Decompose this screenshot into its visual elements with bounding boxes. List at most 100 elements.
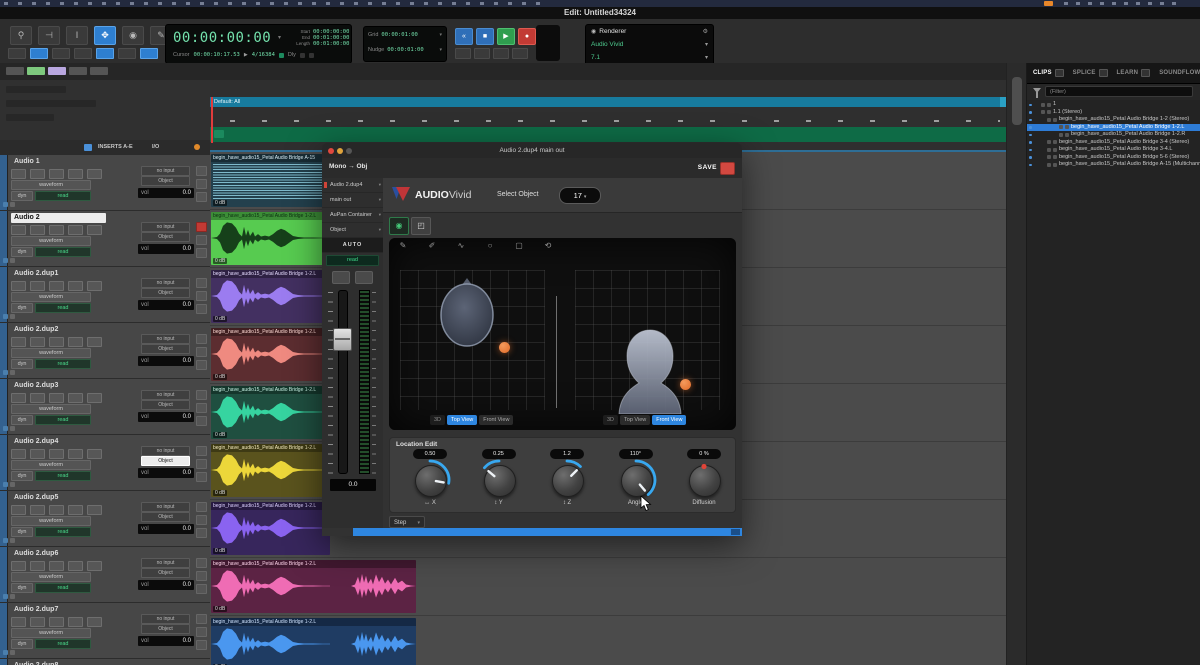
- fader-track[interactable]: [338, 290, 348, 474]
- elastic-icon[interactable]: [10, 258, 15, 263]
- plugin-window-title[interactable]: Audio 2.dup4 main out: [322, 143, 742, 159]
- output-selector[interactable]: Object▾: [322, 223, 383, 238]
- track-dyn-button[interactable]: dyn: [11, 471, 33, 481]
- parameter-knob[interactable]: 0 % Diffusion: [676, 449, 732, 506]
- track-name[interactable]: Audio 2.dup5: [11, 493, 106, 503]
- plugin-selector[interactable]: AuPan Container▾: [322, 208, 383, 223]
- solo-button[interactable]: [196, 571, 207, 581]
- track-automation-mode[interactable]: read: [35, 415, 91, 425]
- main-counter[interactable]: 00:00:00:00: [173, 30, 271, 46]
- track-output-selector[interactable]: Object: [141, 176, 190, 186]
- track-button[interactable]: [30, 449, 45, 459]
- scrollbar-thumb[interactable]: [1012, 77, 1022, 125]
- fader-readout[interactable]: 0.0: [329, 478, 377, 492]
- elastic-icon[interactable]: [10, 370, 15, 375]
- track-output-selector[interactable]: Object: [141, 344, 190, 354]
- counter-caret-icon[interactable]: ▾: [278, 34, 281, 41]
- track-button[interactable]: [87, 393, 102, 403]
- solo-button[interactable]: [196, 515, 207, 525]
- clip-gain-badge[interactable]: 0 dB: [213, 200, 227, 206]
- close-icon[interactable]: [328, 148, 334, 154]
- mute-button[interactable]: [196, 584, 207, 594]
- track-dyn-button[interactable]: dyn: [11, 359, 33, 369]
- view-toggle-button[interactable]: 3D: [603, 415, 618, 425]
- record-enable-button[interactable]: [196, 166, 207, 176]
- track-output-selector[interactable]: Object: [141, 624, 190, 634]
- track-button[interactable]: [68, 561, 83, 571]
- clip-list-item[interactable]: 1.1 (Stereo): [1027, 109, 1200, 117]
- track-button[interactable]: [11, 337, 26, 347]
- canvas-tool-icon[interactable]: ⟲: [542, 241, 554, 250]
- track-input-selector[interactable]: no input: [141, 446, 190, 456]
- view-toggle-button[interactable]: Top View: [447, 415, 477, 425]
- track-view-selector[interactable]: waveform: [11, 404, 91, 414]
- mute-button[interactable]: [196, 528, 207, 538]
- record-enable-button[interactable]: [196, 278, 207, 288]
- track-volume[interactable]: vol0.0: [138, 412, 194, 422]
- track-name[interactable]: Audio 1: [11, 157, 106, 167]
- track-dyn-button[interactable]: dyn: [11, 415, 33, 425]
- track-button[interactable]: [49, 617, 64, 627]
- expand-icon[interactable]: ◰: [411, 217, 431, 235]
- audio-clip[interactable]: begin_have_audio15_Petal Audio Bridge 1-…: [211, 444, 330, 497]
- track-dyn-button[interactable]: dyn: [11, 303, 33, 313]
- track-automation-mode[interactable]: read: [35, 359, 91, 369]
- filter-input[interactable]: (Filter): [1045, 86, 1193, 97]
- audio-clip[interactable]: begin_have_audio15_Petal Audio Bridge 1-…: [211, 212, 330, 265]
- elastic-icon[interactable]: [10, 314, 15, 319]
- track-button[interactable]: [11, 561, 26, 571]
- toggle-button[interactable]: [74, 48, 92, 59]
- track-output-selector[interactable]: Object: [141, 400, 190, 410]
- track-volume[interactable]: vol0.0: [138, 580, 194, 590]
- panel-tab[interactable]: LEARN: [1117, 69, 1151, 77]
- toggle-button[interactable]: [96, 48, 114, 59]
- track-button[interactable]: [11, 449, 26, 459]
- automation-mode[interactable]: read: [326, 255, 379, 266]
- mute-button[interactable]: [196, 192, 207, 202]
- track-color-strip[interactable]: [0, 659, 8, 665]
- elastic-icon[interactable]: [10, 538, 15, 543]
- track-volume[interactable]: vol0.0: [138, 636, 194, 646]
- elastic-icon[interactable]: [10, 426, 15, 431]
- preset-chip[interactable]: [48, 67, 66, 75]
- freeze-icon[interactable]: [3, 594, 8, 599]
- transport-button[interactable]: ■: [476, 28, 494, 45]
- track-volume[interactable]: vol0.0: [138, 468, 194, 478]
- view-toggle-button[interactable]: 3D: [430, 415, 445, 425]
- track-output-selector[interactable]: Object: [141, 288, 190, 298]
- track-dyn-button[interactable]: dyn: [11, 527, 33, 537]
- elastic-icon[interactable]: [10, 650, 15, 655]
- view-toggle-button[interactable]: Front View: [479, 415, 513, 425]
- elastic-icon[interactable]: [10, 202, 15, 207]
- track-volume[interactable]: vol0.0: [138, 300, 194, 310]
- freeze-icon[interactable]: [3, 426, 8, 431]
- audio-clip[interactable]: begin_have_audio15_Petal Audio Bridge 1-…: [211, 328, 330, 381]
- track-dyn-button[interactable]: dyn: [11, 247, 33, 257]
- clip-list-item[interactable]: 1: [1027, 101, 1200, 109]
- track-button[interactable]: [11, 505, 26, 515]
- track-automation-mode[interactable]: read: [35, 303, 91, 313]
- track-button[interactable]: [68, 393, 83, 403]
- preset-chip[interactable]: [90, 67, 108, 75]
- freeze-icon[interactable]: [3, 314, 8, 319]
- parameter-knob[interactable]: 0.50 ↔ X: [402, 449, 458, 506]
- renderer-header[interactable]: ◉ Renderer ⚙: [586, 25, 713, 38]
- save-button[interactable]: SAVE: [698, 164, 717, 171]
- track-button[interactable]: [49, 337, 64, 347]
- audio-clip[interactable]: begin_have_audio15_Petal Audio Bridge 1-…: [211, 386, 330, 439]
- target-button[interactable]: ◉: [389, 217, 409, 235]
- insert-position-selector[interactable]: main out▾: [322, 193, 383, 208]
- solo-button[interactable]: [196, 179, 207, 189]
- spatial-canvas[interactable]: ✎✐∿○▢⟲: [389, 238, 736, 430]
- solo-button[interactable]: [196, 403, 207, 413]
- audio-object-dot[interactable]: [499, 342, 510, 353]
- track-input-selector[interactable]: no input: [141, 390, 190, 400]
- vertical-scrollbar[interactable]: [1006, 63, 1027, 665]
- timeline-selection-bar[interactable]: Default: All: [210, 97, 1006, 107]
- track-name[interactable]: Audio 2.dup4: [11, 437, 106, 447]
- renderer-engine[interactable]: Audio Vivid▾: [586, 38, 713, 51]
- track-button[interactable]: [11, 617, 26, 627]
- elastic-icon[interactable]: [10, 482, 15, 487]
- track-volume[interactable]: vol0.0: [138, 524, 194, 534]
- clip-list-item[interactable]: begin_have_audio15_Petal Audio Bridge 5-…: [1027, 154, 1200, 162]
